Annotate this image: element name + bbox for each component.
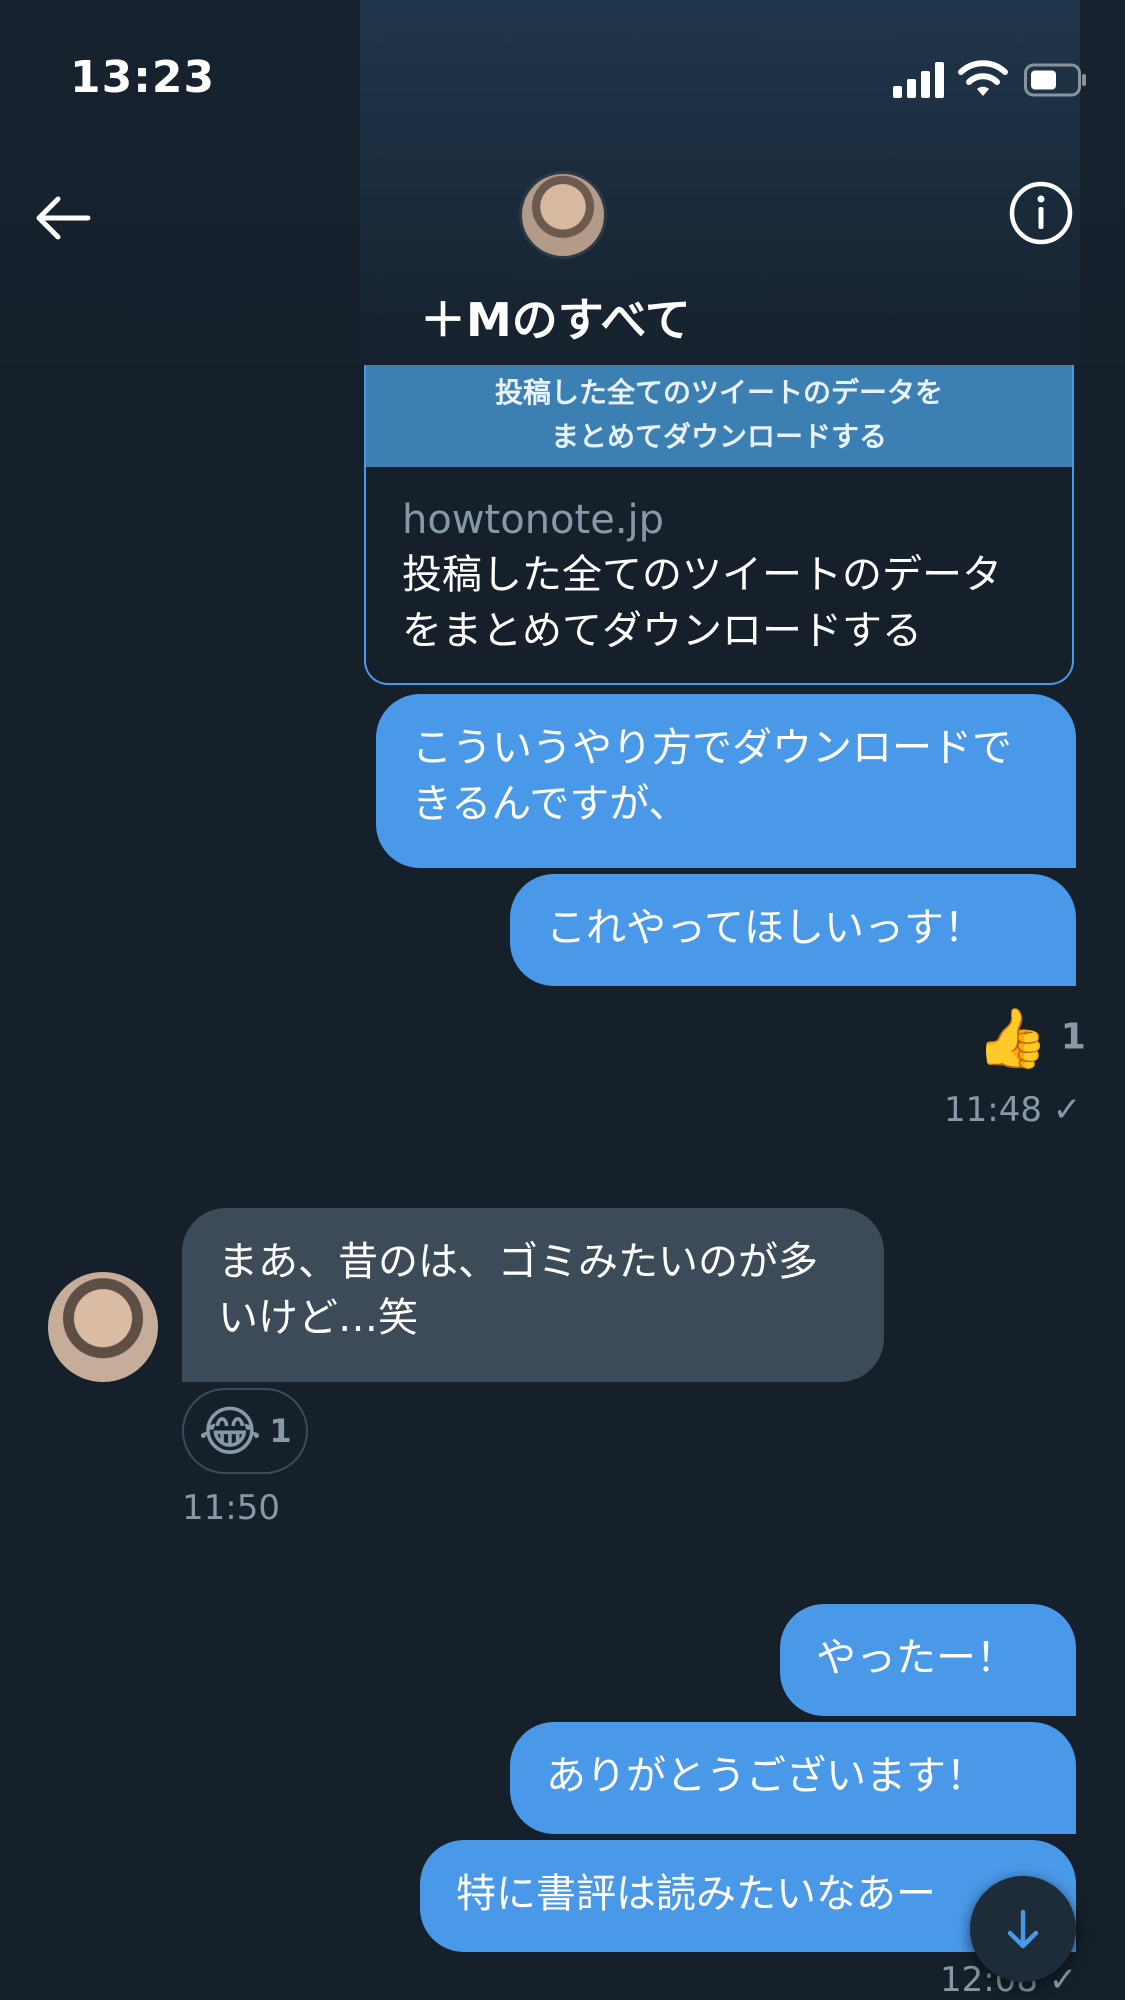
info-icon[interactable] (1008, 180, 1074, 246)
message-timestamp: 11:48 ✓ (944, 1090, 1082, 1130)
sender-avatar[interactable] (48, 1272, 158, 1382)
link-thumb-line1: 投稿した全てのツイートのデータを (494, 376, 943, 409)
message-timestamp: 11:50 (182, 1488, 280, 1528)
message-bubble-outgoing[interactable]: やったー！ (780, 1604, 1076, 1716)
arrow-down-icon (1007, 1909, 1039, 1949)
conversation-avatar[interactable] (522, 174, 604, 256)
link-preview-card[interactable]: 投稿した全てのツイートのデータを まとめてダウンロードする howtonote.… (364, 365, 1074, 685)
reaction-badge[interactable]: 😂 1 (182, 1388, 308, 1474)
reaction-count: 1 (269, 1412, 292, 1450)
back-arrow-icon[interactable] (30, 185, 96, 251)
wifi-icon (958, 60, 1008, 96)
thumbs-up-icon: 👍 (976, 1004, 1049, 1072)
scroll-to-bottom-button[interactable] (970, 1876, 1076, 1982)
conversation-title[interactable]: ＋Mのすべて (420, 284, 691, 350)
laughing-emoji-icon: 😂 (198, 1399, 262, 1463)
reaction-badge[interactable]: 👍 1 (976, 1004, 1086, 1073)
status-time: 13:23 (70, 52, 216, 103)
message-bubble-incoming[interactable]: まあ、昔のは、ゴミみたいのが多いけど…笑 (182, 1208, 884, 1382)
signal-icon (893, 62, 944, 98)
link-domain: howtonote.jp (402, 497, 665, 543)
link-preview-image: 投稿した全てのツイートのデータを まとめてダウンロードする (366, 365, 1072, 467)
link-thumb-line2: まとめてダウンロードする (550, 420, 887, 453)
link-description: 投稿した全てのツイートのデータをまとめてダウンロードする (402, 552, 1002, 654)
battery-icon (1024, 63, 1086, 97)
reaction-count: 1 (1060, 1016, 1086, 1058)
message-bubble-outgoing[interactable]: ありがとうございます！ (510, 1722, 1076, 1834)
message-bubble-outgoing[interactable]: こういうやり方でダウンロードできるんですが、 (376, 694, 1076, 868)
message-bubble-outgoing[interactable]: これやってほしいっす！ (510, 874, 1076, 986)
